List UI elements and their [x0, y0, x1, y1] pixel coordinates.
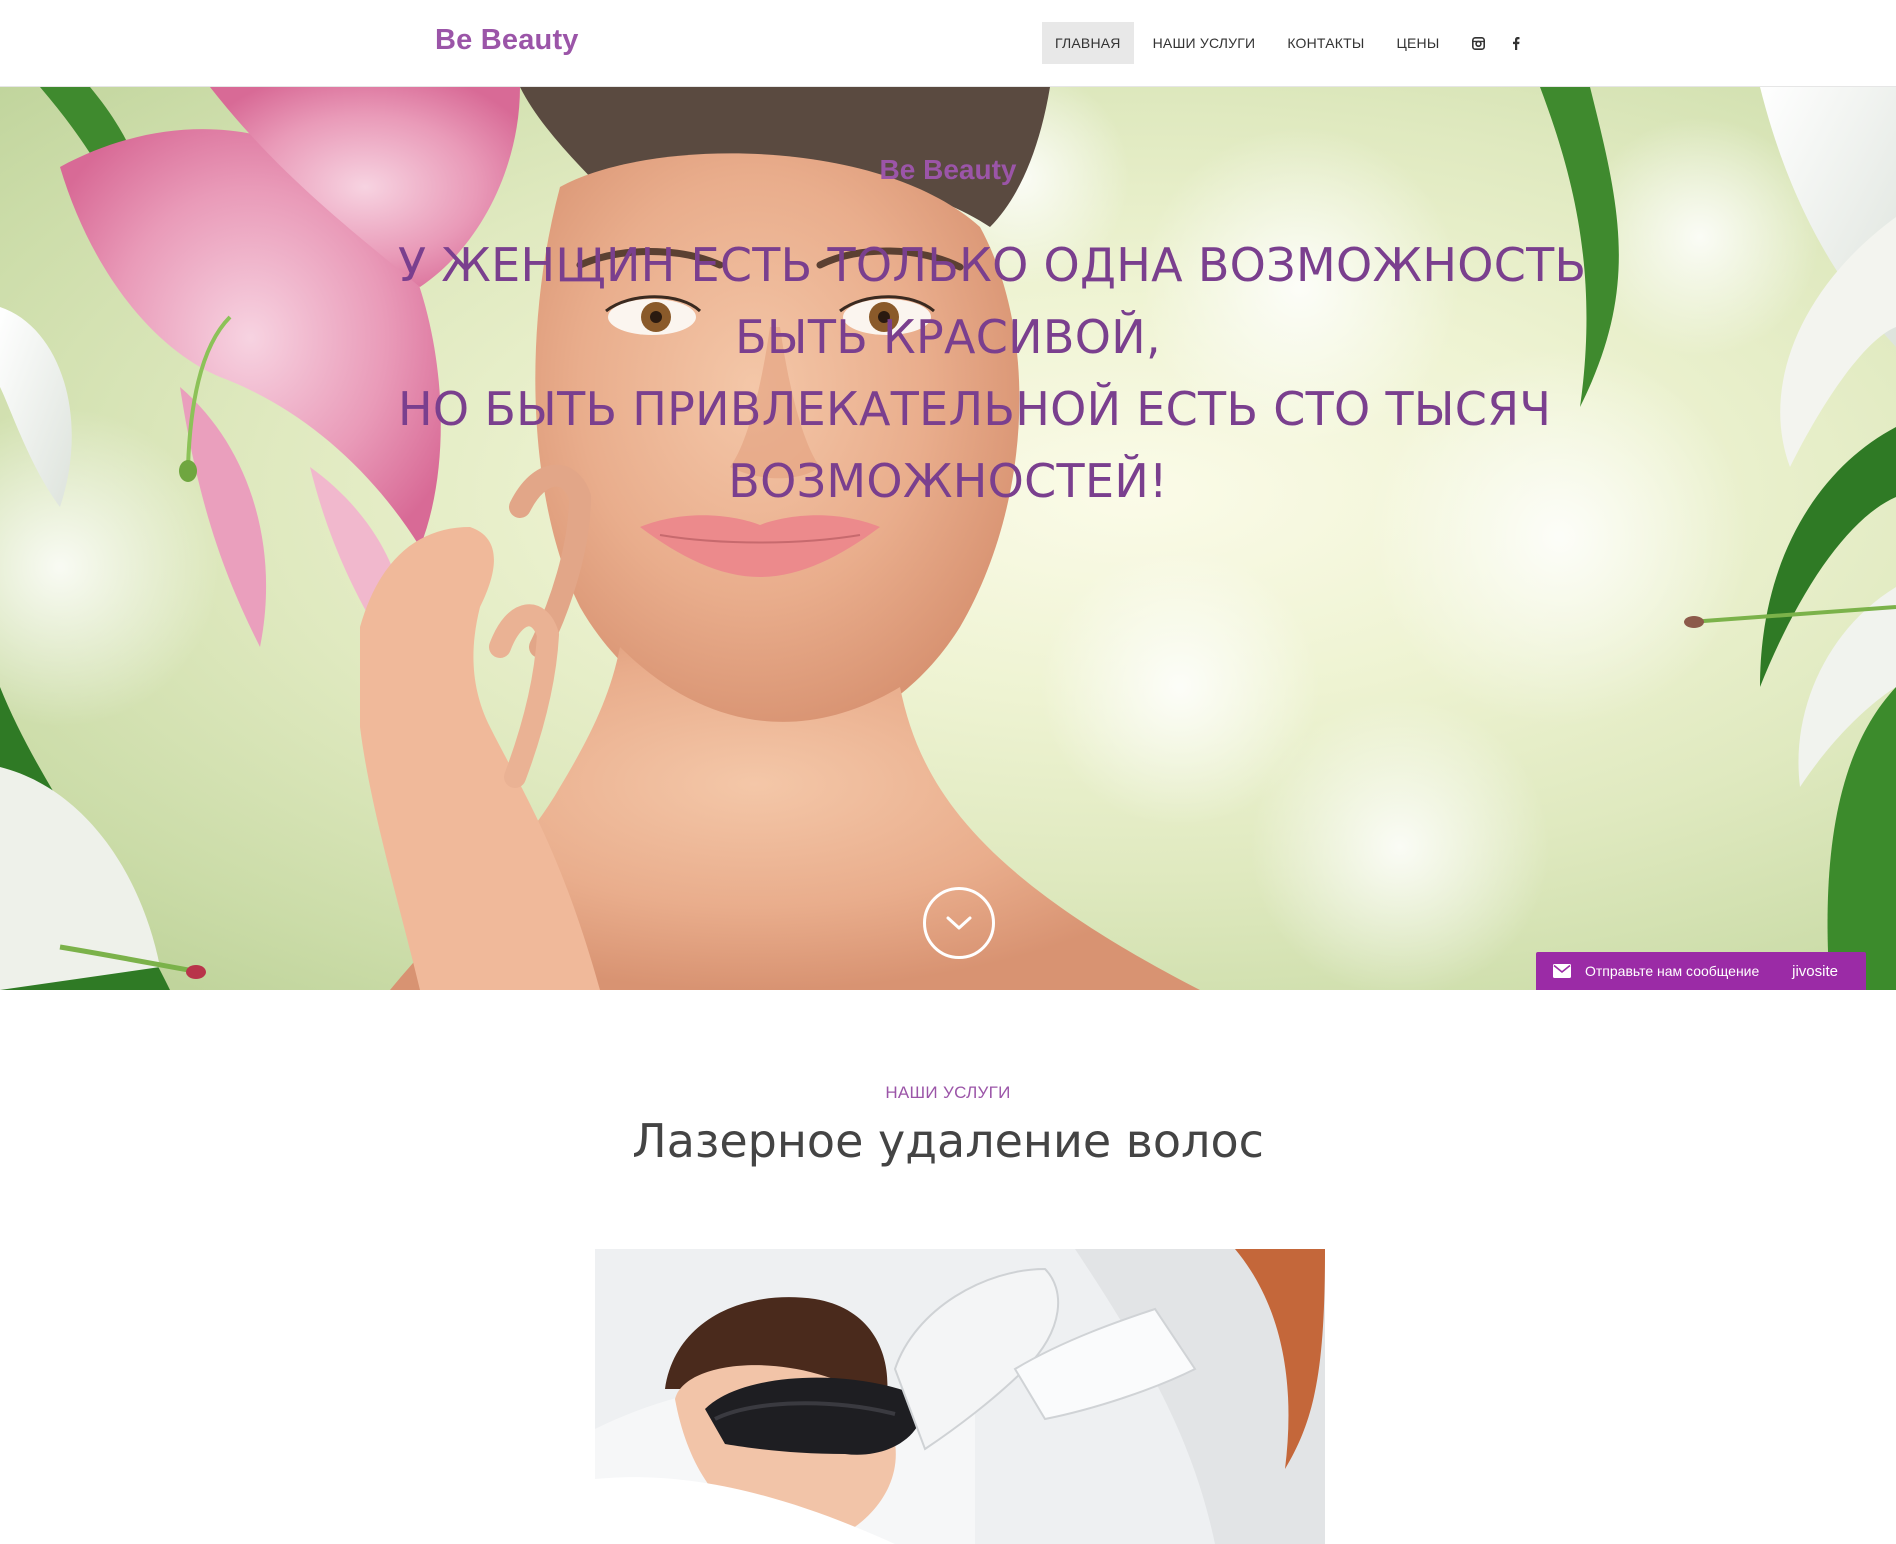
section-title: Лазерное удаление волос	[632, 1114, 1264, 1168]
chat-widget[interactable]: Отправьте нам сообщение jivosite	[1536, 952, 1866, 990]
envelope-icon	[1553, 964, 1571, 978]
chat-brand: jivosite	[1792, 962, 1838, 980]
chat-label: Отправьте нам сообщение	[1585, 963, 1760, 979]
hero-quote: У ЖЕНЩИН ЕСТЬ ТОЛЬКО ОДНА ВОЗМОЖНОСТЬ БЫ…	[398, 229, 1587, 517]
hero-quote-line: ВОЗМОЖНОСТЕЙ!	[728, 454, 1168, 508]
site-header: Be Beauty ГЛАВНАЯ НАШИ УСЛУГИ КОНТАКТЫ Ц…	[0, 0, 1896, 87]
hero-quote-line: У ЖЕНЩИН ЕСТЬ ТОЛЬКО ОДНА ВОЗМОЖНОСТЬ	[398, 238, 1587, 292]
nav-item-prices[interactable]: ЦЕНЫ	[1383, 22, 1452, 64]
hero-quote-line: БЫТЬ КРАСИВОЙ,	[735, 310, 1161, 364]
main-nav: ГЛАВНАЯ НАШИ УСЛУГИ КОНТАКТЫ ЦЕНЫ	[1042, 22, 1534, 64]
hero-background-image	[0, 87, 1896, 990]
nav-item-services[interactable]: НАШИ УСЛУГИ	[1140, 22, 1269, 64]
instagram-icon[interactable]	[1460, 22, 1496, 64]
facebook-icon[interactable]	[1498, 22, 1534, 64]
service-image	[595, 1249, 1325, 1544]
hero-quote-line: НО БЫТЬ ПРИВЛЕКАТЕЛЬНОЙ ЕСТЬ СТО ТЫСЯЧ	[398, 382, 1552, 436]
hero-brand: Be Beauty	[879, 154, 1017, 185]
site-logo[interactable]: Be Beauty	[435, 24, 579, 57]
scroll-down-button[interactable]	[923, 887, 995, 959]
nav-item-home[interactable]: ГЛАВНАЯ	[1042, 22, 1134, 64]
nav-item-contacts[interactable]: КОНТАКТЫ	[1274, 22, 1377, 64]
section-kicker: НАШИ УСЛУГИ	[885, 1083, 1011, 1102]
hero-banner: Be Beauty У ЖЕНЩИН ЕСТЬ ТОЛЬКО ОДНА ВОЗМ…	[0, 87, 1896, 990]
chevron-down-icon	[946, 916, 972, 930]
